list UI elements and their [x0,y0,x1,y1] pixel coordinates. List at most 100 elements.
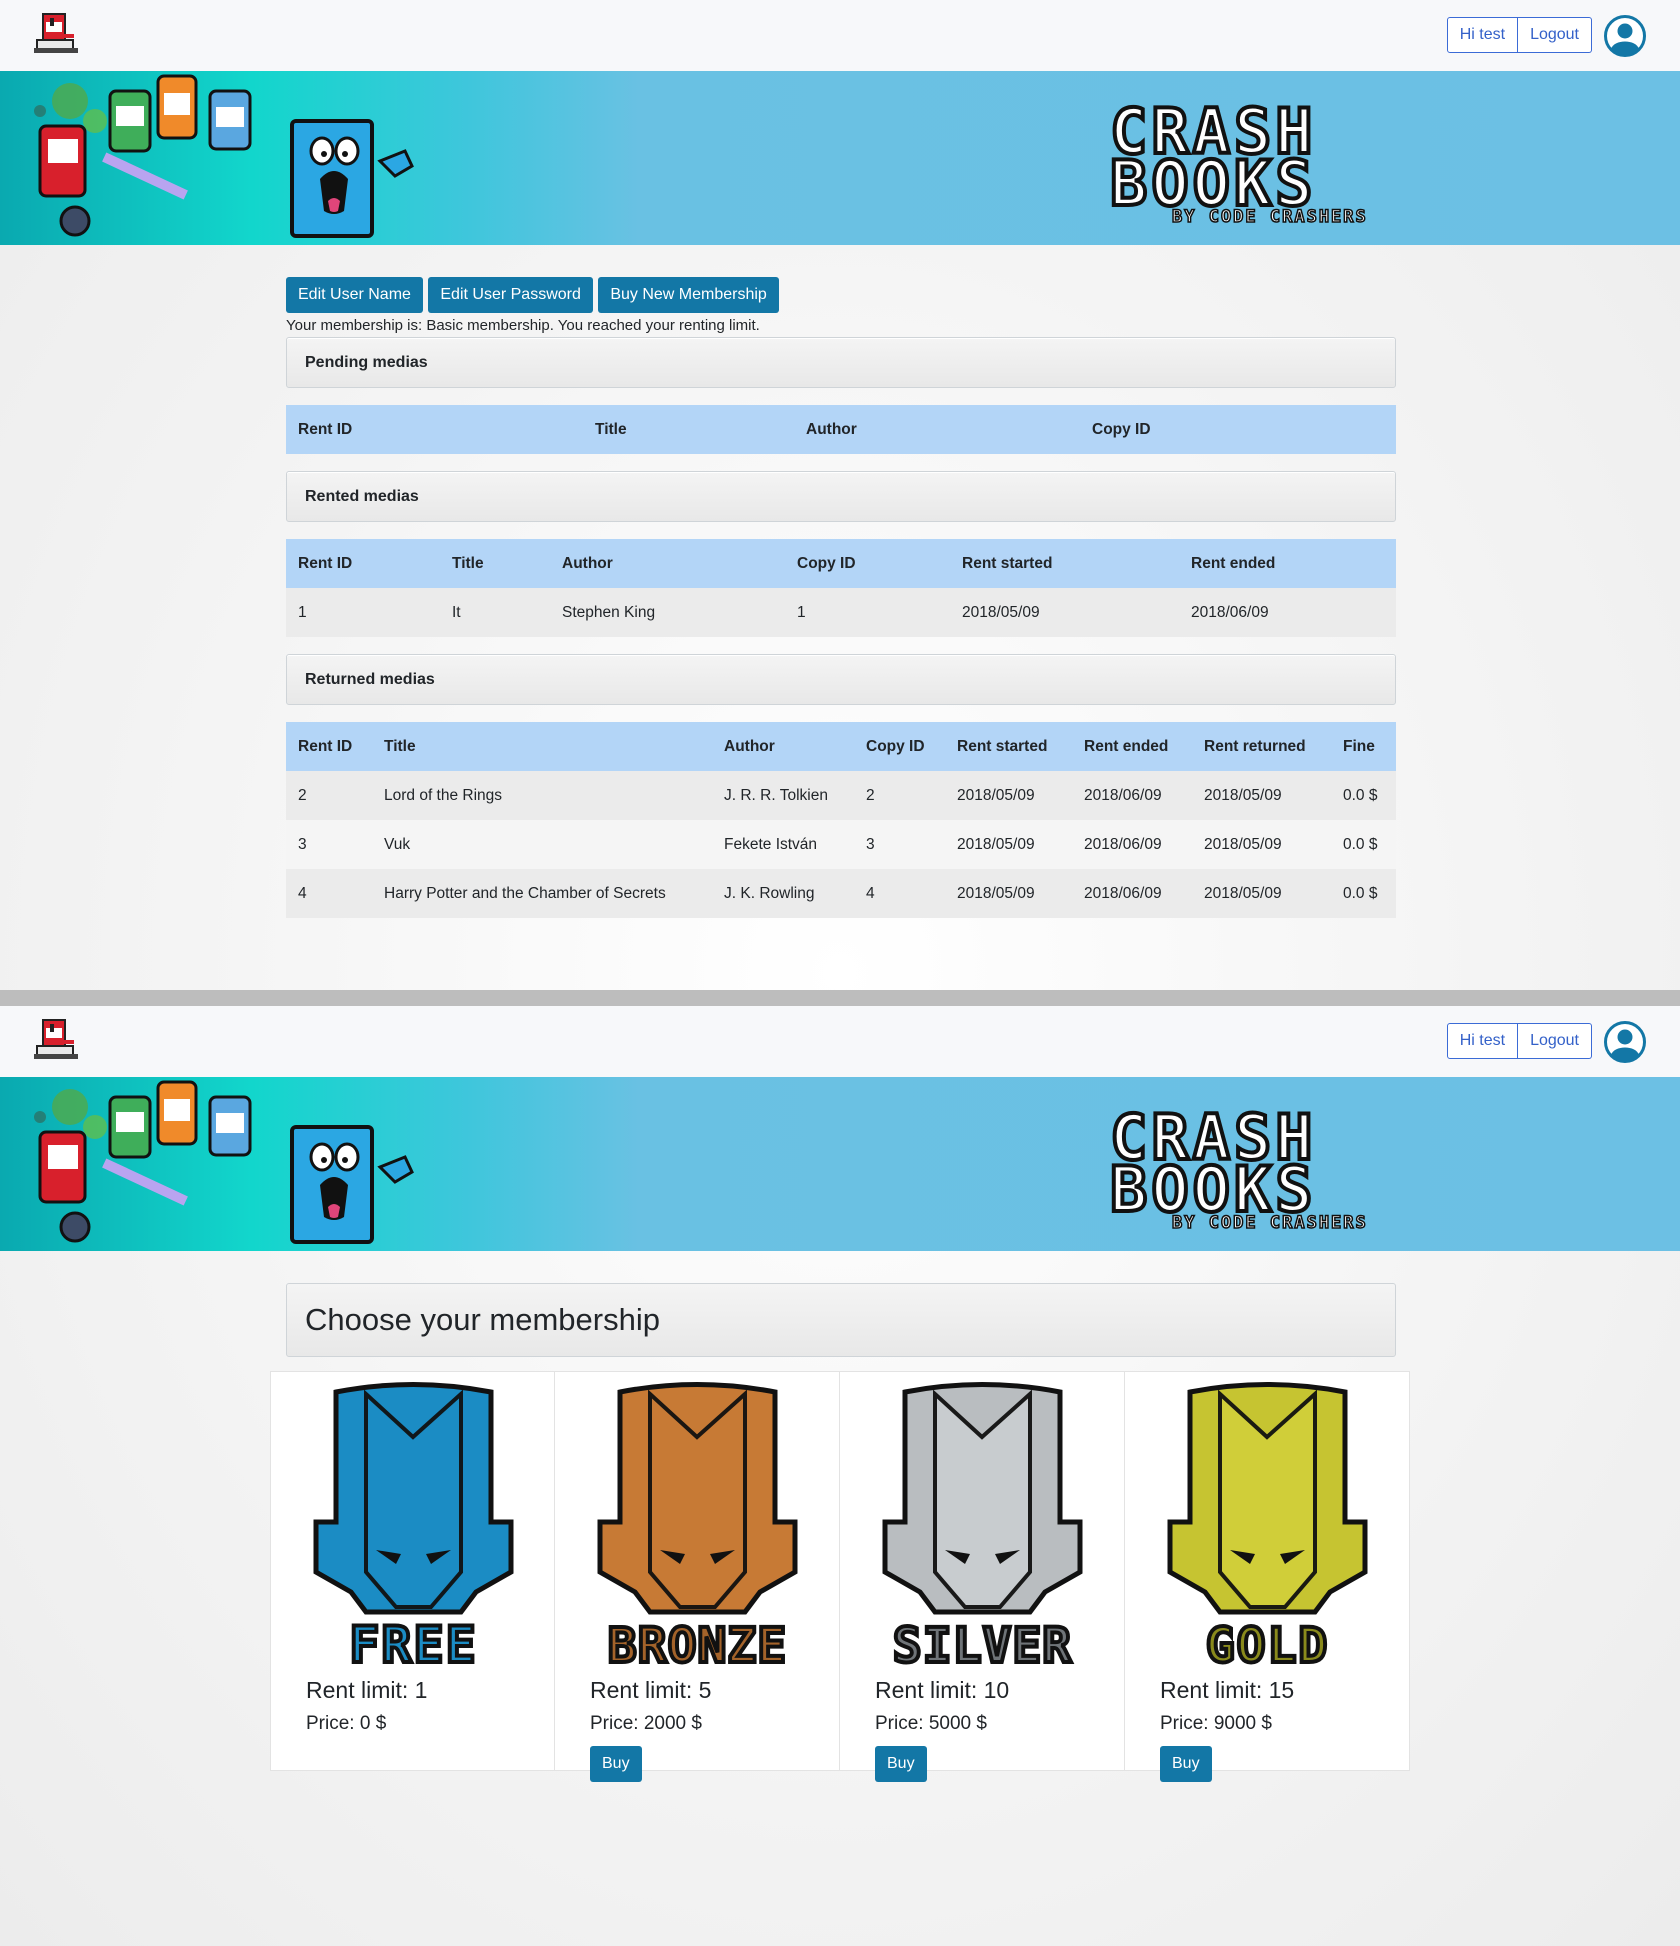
bronze-tier-badge-icon: BRONZE [597,1382,798,1672]
buy-silver-button[interactable]: Buy [875,1746,927,1782]
cell: Fekete István [712,820,854,869]
brand-logo: CRASH BOOKS BY CODE CRASHERS [1108,1101,1412,1231]
returned-medias-table: Rent ID Title Author Copy ID Rent starte… [286,722,1396,918]
cell: 4 [286,869,372,918]
column-header[interactable]: Rent ended [1179,539,1396,588]
profile-content: Edit User Name Edit User Password Buy Ne… [286,277,1396,918]
characters-illustration [34,1080,414,1244]
pending-medias-heading: Pending medias [286,337,1396,388]
navbar: Hi test Logout [0,1006,1680,1077]
cell: 2018/05/09 [1192,771,1331,820]
column-header[interactable]: Author [550,539,785,588]
tier-rent-limit: Rent limit: 10 [875,1677,1010,1703]
banner: CRASH BOOKS BY CODE CRASHERS [0,71,1680,245]
cell: Lord of the Rings [372,771,712,820]
tier-name: BRONZE [608,1618,787,1672]
edit-user-password-button[interactable]: Edit User Password [428,277,593,313]
pending-medias-table: Rent ID Title Author Copy ID [286,405,1396,454]
tier-name: SILVER [893,1618,1072,1672]
user-avatar-icon[interactable] [1604,15,1646,57]
logo[interactable] [32,12,80,58]
brand-tagline: BY CODE CRASHERS [1172,1213,1368,1231]
cell: 3 [854,820,945,869]
choose-membership-content: Choose your membership [286,1283,1396,1357]
buy-new-membership-button[interactable]: Buy New Membership [598,277,779,313]
profile-screen: Hi test Logout CRASH BOOKS BY CODE CRASH… [0,0,1680,990]
table-row[interactable]: 4 Harry Potter and the Chamber of Secret… [286,869,1396,918]
column-header[interactable]: Copy ID [854,722,945,771]
column-header[interactable]: Author [712,722,854,771]
logout-button[interactable]: Logout [1518,1023,1592,1059]
cell: 2 [854,771,945,820]
column-header[interactable]: Author [794,405,1080,454]
gold-tier-badge-icon: GOLD [1167,1382,1368,1672]
banner: CRASH BOOKS BY CODE CRASHERS [0,1077,1680,1251]
tier-name: FREE [349,1616,477,1672]
cell: 0.0 $ [1331,820,1396,869]
column-header[interactable]: Rent returned [1192,722,1331,771]
greeting-button[interactable]: Hi test [1446,17,1519,53]
column-header[interactable]: Copy ID [1080,405,1396,454]
column-header[interactable]: Fine [1331,722,1396,771]
column-header[interactable]: Title [372,722,712,771]
logo[interactable] [32,1018,80,1064]
tier-rent-limit: Rent limit: 1 [306,1677,428,1703]
table-header-row: Rent ID Title Author Copy ID Rent starte… [286,539,1396,588]
membership-screen: Hi test Logout CRASH BOOKS BY CODE CRASH… [0,1006,1680,1946]
cell: 2018/05/09 [1192,869,1331,918]
column-header[interactable]: Rent ID [286,722,372,771]
buy-bronze-button[interactable]: Buy [590,1746,642,1782]
rented-medias-heading: Rented medias [286,471,1396,522]
screen-divider [0,990,1680,1006]
column-header[interactable]: Copy ID [785,539,950,588]
column-header[interactable]: Title [440,539,550,588]
action-buttons: Edit User Name Edit User Password Buy Ne… [286,277,1396,313]
column-header[interactable]: Rent ID [286,405,583,454]
tier-card-gold: GOLD Rent limit: 15 Price: 9000 $ Buy [1125,1371,1410,1782]
cell: J. R. R. Tolkien [712,771,854,820]
edit-user-name-button[interactable]: Edit User Name [286,277,423,313]
cell: 2018/05/09 [945,869,1072,918]
cell: It [440,588,550,637]
cell: 2018/05/09 [1192,820,1331,869]
cell: 2018/06/09 [1072,820,1192,869]
cell: 3 [286,820,372,869]
free-tier-badge-icon: FREE [313,1382,514,1672]
tier-rent-limit: Rent limit: 5 [590,1677,712,1703]
column-header[interactable]: Rent started [945,722,1072,771]
silver-tier-badge-icon: SILVER [882,1382,1083,1672]
tier-card-free: FREE Rent limit: 1 Price: 0 $ [270,1371,555,1771]
logout-button[interactable]: Logout [1518,17,1592,53]
cell: Vuk [372,820,712,869]
table-row[interactable]: 2 Lord of the Rings J. R. R. Tolkien 2 2… [286,771,1396,820]
column-header[interactable]: Rent ID [286,539,440,588]
table-row[interactable]: 1 It Stephen King 1 2018/05/09 2018/06/0… [286,588,1396,637]
navbar: Hi test Logout [0,0,1680,71]
table-header-row: Rent ID Title Author Copy ID Rent starte… [286,722,1396,771]
tier-card-bronze: BRONZE Rent limit: 5 Price: 2000 $ Buy [555,1371,840,1782]
tier-name: GOLD [1206,1618,1330,1672]
returned-medias-heading: Returned medias [286,654,1396,705]
cell: 1 [286,588,440,637]
buy-gold-button[interactable]: Buy [1160,1746,1212,1782]
choose-membership-heading: Choose your membership [286,1283,1396,1357]
brand-tagline: BY CODE CRASHERS [1172,207,1368,225]
column-header[interactable]: Title [583,405,794,454]
cell: 2018/05/09 [945,771,1072,820]
greeting-button[interactable]: Hi test [1446,1023,1519,1059]
membership-note: Your membership is: Basic membership. Yo… [286,317,760,334]
tier-price: Price: 9000 $ [1160,1713,1272,1734]
rented-medias-table: Rent ID Title Author Copy ID Rent starte… [286,539,1396,637]
cell: 0.0 $ [1331,771,1396,820]
membership-tiers: FREE Rent limit: 1 Price: 0 $ BRONZE Ren… [270,1371,1410,1782]
table-row[interactable]: 3 Vuk Fekete István 3 2018/05/09 2018/06… [286,820,1396,869]
column-header[interactable]: Rent started [950,539,1179,588]
cell: 2018/06/09 [1179,588,1396,637]
characters-illustration [34,74,414,238]
column-header[interactable]: Rent ended [1072,722,1192,771]
cell: Stephen King [550,588,785,637]
cell: 0.0 $ [1331,869,1396,918]
cell: 1 [785,588,950,637]
user-avatar-icon[interactable] [1604,1021,1646,1063]
brand-logo: CRASH BOOKS BY CODE CRASHERS [1108,95,1412,225]
